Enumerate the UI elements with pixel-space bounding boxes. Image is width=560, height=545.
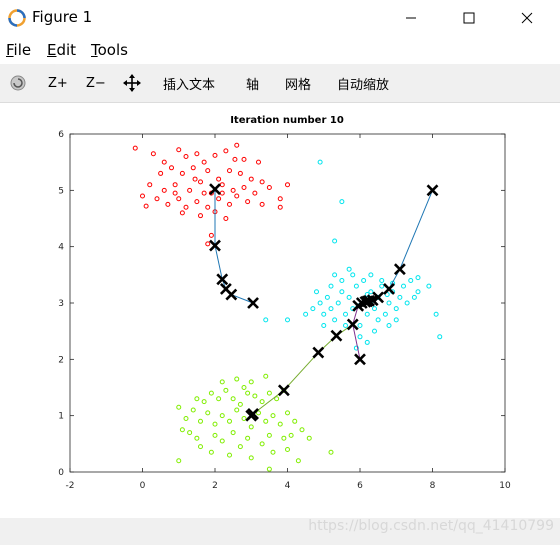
y-tick-label: 1 — [58, 412, 64, 422]
pan-button[interactable] — [123, 72, 141, 94]
zoom-in-button[interactable]: Z+ — [48, 72, 68, 94]
close-button[interactable] — [504, 0, 550, 36]
menu-edit[interactable]: Edit — [47, 41, 76, 59]
grid-button[interactable]: 网格 — [285, 72, 311, 94]
pan-icon — [123, 74, 141, 92]
x-tick-label: 2 — [212, 481, 218, 491]
menu-tools[interactable]: Tools — [91, 41, 128, 59]
x-tick-label: 8 — [430, 481, 436, 491]
y-tick-label: 3 — [58, 299, 64, 309]
plot-area-box — [69, 133, 506, 473]
x-tick-label: 6 — [357, 481, 363, 491]
menu-tools-key: T — [91, 41, 98, 59]
minimize-icon — [406, 17, 416, 19]
title-bar: Figure 1 — [0, 0, 560, 36]
minimize-button[interactable] — [388, 0, 434, 36]
autoscale-button[interactable]: 自动缩放 — [337, 72, 389, 94]
x-tick-label: 4 — [285, 481, 291, 491]
maximize-button[interactable] — [446, 0, 492, 36]
y-tick-label: 4 — [58, 243, 64, 253]
close-icon — [521, 12, 533, 24]
window-title: Figure 1 — [32, 8, 93, 26]
restore-view-icon — [10, 75, 26, 91]
axes-frame — [69, 133, 506, 473]
watermark-text: https://blog.csdn.net/qq_41410799 — [308, 518, 554, 534]
menu-tools-label: ools — [97, 41, 128, 59]
zoom-out-button[interactable]: Z− — [86, 72, 106, 94]
axis-button[interactable]: 轴 — [246, 72, 259, 94]
menu-bar: File Edit Tools — [0, 38, 560, 64]
menu-edit-label: dit — [56, 41, 77, 59]
insert-text-button[interactable]: 插入文本 — [163, 72, 215, 94]
figure-canvas[interactable]: Iteration number 10 -2 0 2 4 6 8 10 0 1 2 3 4 5 6 — [0, 103, 560, 518]
restore-view-button[interactable] — [8, 72, 28, 94]
y-tick-label: 0 — [58, 468, 64, 478]
scatter-plot[interactable]: Iteration number 10 -2 0 2 4 6 8 100123456 — [0, 103, 560, 518]
status-bar: https://blog.csdn.net/qq_41410799 — [0, 518, 560, 545]
y-tick-label: 2 — [58, 355, 64, 365]
menu-file[interactable]: File — [6, 41, 31, 59]
x-tick-label: 10 — [499, 481, 511, 491]
y-tick-label: 5 — [58, 186, 64, 196]
toolbar: Z+ Z− 插入文本 轴 网格 自动缩放 — [0, 64, 560, 103]
menu-file-label: ile — [13, 41, 32, 59]
chart-title: Iteration number 10 — [230, 115, 344, 126]
menu-file-key: F — [6, 41, 14, 59]
x-tick-label: -2 — [66, 481, 75, 491]
maximize-icon — [463, 12, 475, 24]
y-tick-label: 6 — [58, 130, 64, 140]
x-tick-label: 0 — [140, 481, 146, 491]
matlab-logo-icon — [8, 9, 26, 27]
